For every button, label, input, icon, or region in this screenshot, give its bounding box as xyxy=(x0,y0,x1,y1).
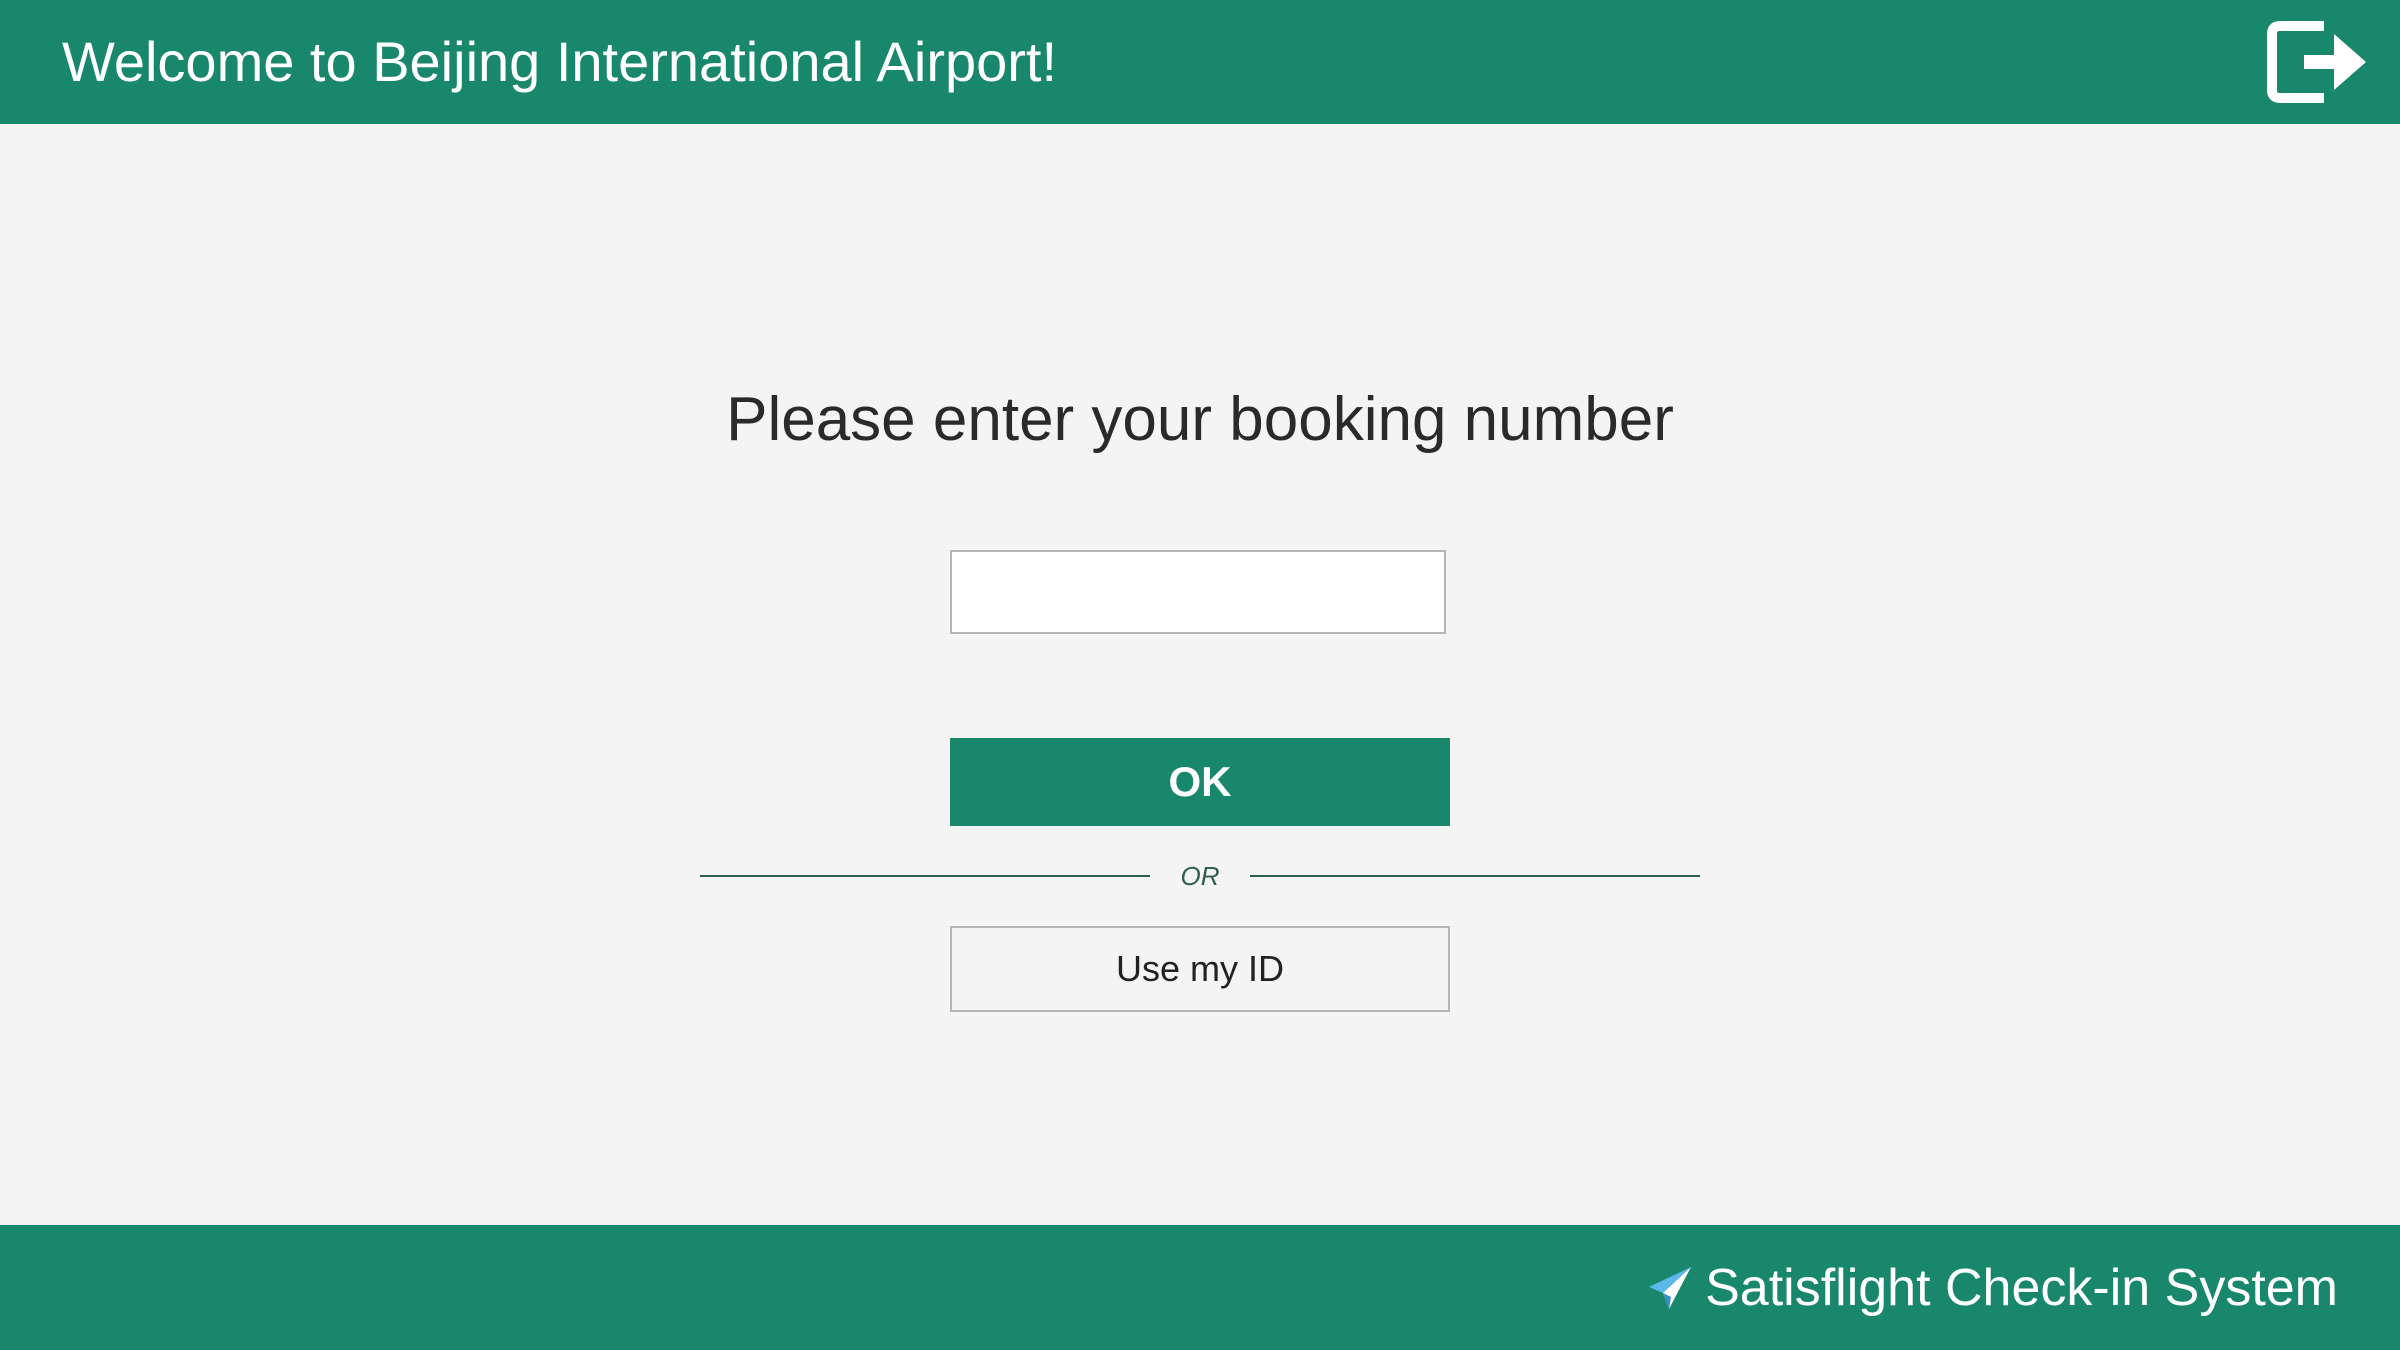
brand-name: Satisflight Check-in System xyxy=(1705,1258,2338,1317)
checkin-screen: Welcome to Beijing International Airport… xyxy=(0,0,2400,1350)
use-my-id-button[interactable]: Use my ID xyxy=(950,926,1450,1012)
header-bar: Welcome to Beijing International Airport… xyxy=(0,0,2400,124)
logout-button[interactable] xyxy=(2262,16,2370,108)
logout-icon xyxy=(2267,21,2366,103)
welcome-title: Welcome to Beijing International Airport… xyxy=(62,30,1058,93)
divider-line-left xyxy=(700,875,1150,877)
divider-line-right xyxy=(1250,875,1700,877)
or-divider-label: OR xyxy=(1180,861,1220,891)
main-content: Please enter your booking number OK OR U… xyxy=(0,124,2400,1225)
booking-prompt: Please enter your booking number xyxy=(726,385,1674,454)
brand: Satisflight Check-in System xyxy=(1647,1225,2338,1350)
booking-number-input[interactable] xyxy=(950,550,1446,634)
ok-button[interactable]: OK xyxy=(950,738,1450,826)
paper-plane-icon xyxy=(1647,1265,1693,1311)
footer-bar: Satisflight Check-in System xyxy=(0,1225,2400,1350)
